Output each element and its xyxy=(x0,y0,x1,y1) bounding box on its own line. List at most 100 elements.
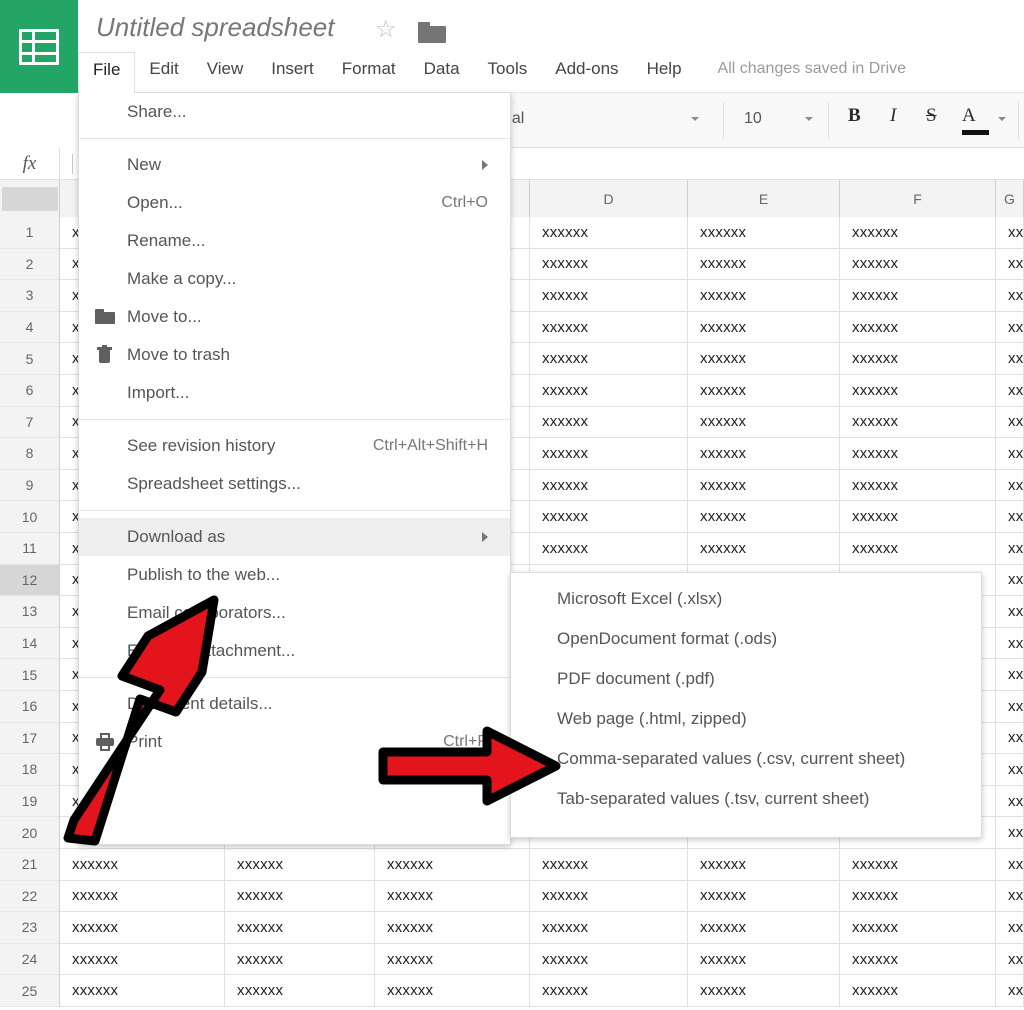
download-option-tab-separated-values-tsv-current-sheet[interactable]: Tab-separated values (.tsv, current shee… xyxy=(511,779,981,819)
cell-A21[interactable]: xxxxxx xyxy=(60,849,225,881)
cell-B24[interactable]: xxxxxx xyxy=(225,944,375,976)
cell-G13[interactable]: xxxxxx xyxy=(996,596,1024,628)
cell-D25[interactable]: xxxxxx xyxy=(530,975,688,1007)
cell-G20[interactable]: xxxxxx xyxy=(996,817,1024,849)
row-header-16[interactable]: 16 xyxy=(0,691,60,723)
cell-E21[interactable]: xxxxxx xyxy=(688,849,840,881)
cell-G12[interactable]: xxxxxx xyxy=(996,565,1024,597)
file-menu-item-publish-to-the-web[interactable]: Publish to the web... xyxy=(79,556,510,594)
cell-B23[interactable]: xxxxxx xyxy=(225,912,375,944)
cell-E24[interactable]: xxxxxx xyxy=(688,944,840,976)
column-header-D[interactable]: D xyxy=(530,180,688,217)
cell-F9[interactable]: xxxxxx xyxy=(840,470,996,502)
row-header-25[interactable]: 25 xyxy=(0,975,60,1007)
cell-G4[interactable]: xxxxxx xyxy=(996,312,1024,344)
row-header-2[interactable]: 2 xyxy=(0,249,60,281)
cell-A23[interactable]: xxxxxx xyxy=(60,912,225,944)
row-header-10[interactable]: 10 xyxy=(0,501,60,533)
cell-E7[interactable]: xxxxxx xyxy=(688,407,840,439)
row-header-21[interactable]: 21 xyxy=(0,849,60,881)
cell-F23[interactable]: xxxxxx xyxy=(840,912,996,944)
file-menu-item-open[interactable]: Open...Ctrl+O xyxy=(79,184,510,222)
row-header-15[interactable]: 15 xyxy=(0,659,60,691)
file-menu-item-make-a-copy[interactable]: Make a copy... xyxy=(79,260,510,298)
download-option-microsoft-excel-xlsx[interactable]: Microsoft Excel (.xlsx) xyxy=(511,579,981,619)
font-size-value[interactable]: 10 xyxy=(744,110,762,128)
cell-G5[interactable]: xxxxxx xyxy=(996,343,1024,375)
cell-G8[interactable]: xxxxxx xyxy=(996,438,1024,470)
cell-F10[interactable]: xxxxxx xyxy=(840,501,996,533)
column-header-F[interactable]: F xyxy=(840,180,996,217)
cell-C21[interactable]: xxxxxx xyxy=(375,849,530,881)
file-menu-item-move-to[interactable]: Move to... xyxy=(79,298,510,336)
file-menu-item-rename[interactable]: Rename... xyxy=(79,222,510,260)
file-menu-item-move-to-trash[interactable]: Move to trash xyxy=(79,336,510,374)
bold-button[interactable]: B xyxy=(848,105,861,127)
page-title[interactable]: Untitled spreadsheet xyxy=(96,12,334,43)
text-color-chevron-down-icon[interactable] xyxy=(998,117,1006,121)
cell-C22[interactable]: xxxxxx xyxy=(375,881,530,913)
file-menu-item-see-revision-history[interactable]: See revision historyCtrl+Alt+Shift+H xyxy=(79,427,510,465)
cell-D5[interactable]: xxxxxx xyxy=(530,343,688,375)
cell-D1[interactable]: xxxxxx xyxy=(530,217,688,249)
cell-G11[interactable]: xxxxxx xyxy=(996,533,1024,565)
cell-E6[interactable]: xxxxxx xyxy=(688,375,840,407)
star-icon[interactable]: ☆ xyxy=(375,18,397,42)
cell-G23[interactable]: xxxxxx xyxy=(996,912,1024,944)
cell-G14[interactable]: xxxxxx xyxy=(996,628,1024,660)
cell-F3[interactable]: xxxxxx xyxy=(840,280,996,312)
cell-G2[interactable]: xxxxxx xyxy=(996,249,1024,281)
menu-data[interactable]: Data xyxy=(410,52,474,77)
cell-E25[interactable]: xxxxxx xyxy=(688,975,840,1007)
cell-F22[interactable]: xxxxxx xyxy=(840,881,996,913)
menu-file[interactable]: File xyxy=(78,52,135,93)
cell-F21[interactable]: xxxxxx xyxy=(840,849,996,881)
sheets-logo[interactable] xyxy=(0,0,78,93)
cell-D2[interactable]: xxxxxx xyxy=(530,249,688,281)
file-menu-item-download-as[interactable]: Download as xyxy=(79,518,510,556)
cell-D8[interactable]: xxxxxx xyxy=(530,438,688,470)
row-header-4[interactable]: 4 xyxy=(0,312,60,344)
menu-add-ons[interactable]: Add-ons xyxy=(541,52,632,77)
cell-G22[interactable]: xxxxxx xyxy=(996,881,1024,913)
cell-G1[interactable]: xxxxxx xyxy=(996,217,1024,249)
cell-D6[interactable]: xxxxxx xyxy=(530,375,688,407)
cell-C23[interactable]: xxxxxx xyxy=(375,912,530,944)
row-header-5[interactable]: 5 xyxy=(0,343,60,375)
cell-F11[interactable]: xxxxxx xyxy=(840,533,996,565)
cell-D7[interactable]: xxxxxx xyxy=(530,407,688,439)
row-header-20[interactable]: 20 xyxy=(0,817,60,849)
cell-E4[interactable]: xxxxxx xyxy=(688,312,840,344)
select-all-corner[interactable] xyxy=(0,180,60,217)
cell-C24[interactable]: xxxxxx xyxy=(375,944,530,976)
cell-G7[interactable]: xxxxxx xyxy=(996,407,1024,439)
cell-F4[interactable]: xxxxxx xyxy=(840,312,996,344)
column-header-G[interactable]: G xyxy=(996,180,1024,217)
cell-G25[interactable]: xxxxxx xyxy=(996,975,1024,1007)
cell-E9[interactable]: xxxxxx xyxy=(688,470,840,502)
file-menu-item-share[interactable]: Share... xyxy=(79,93,510,131)
cell-G19[interactable]: xxxxxx xyxy=(996,786,1024,818)
cell-G21[interactable]: xxxxxx xyxy=(996,849,1024,881)
column-header-E[interactable]: E xyxy=(688,180,840,217)
menu-tools[interactable]: Tools xyxy=(474,52,542,77)
cell-D24[interactable]: xxxxxx xyxy=(530,944,688,976)
cell-E23[interactable]: xxxxxx xyxy=(688,912,840,944)
file-menu-item-new[interactable]: New xyxy=(79,146,510,184)
download-option-pdf-document-pdf[interactable]: PDF document (.pdf) xyxy=(511,659,981,699)
cell-G3[interactable]: xxxxxx xyxy=(996,280,1024,312)
cell-E22[interactable]: xxxxxx xyxy=(688,881,840,913)
cell-E3[interactable]: xxxxxx xyxy=(688,280,840,312)
row-header-9[interactable]: 9 xyxy=(0,470,60,502)
cell-E11[interactable]: xxxxxx xyxy=(688,533,840,565)
download-option-comma-separated-values-csv-current-sheet[interactable]: Comma-separated values (.csv, current sh… xyxy=(511,739,981,779)
cell-E5[interactable]: xxxxxx xyxy=(688,343,840,375)
italic-button[interactable]: I xyxy=(890,105,896,127)
row-header-13[interactable]: 13 xyxy=(0,596,60,628)
cell-F8[interactable]: xxxxxx xyxy=(840,438,996,470)
text-color-button[interactable]: A xyxy=(962,105,976,127)
move-to-folder-icon[interactable] xyxy=(418,22,446,43)
cell-F7[interactable]: xxxxxx xyxy=(840,407,996,439)
cell-D10[interactable]: xxxxxx xyxy=(530,501,688,533)
cell-D9[interactable]: xxxxxx xyxy=(530,470,688,502)
